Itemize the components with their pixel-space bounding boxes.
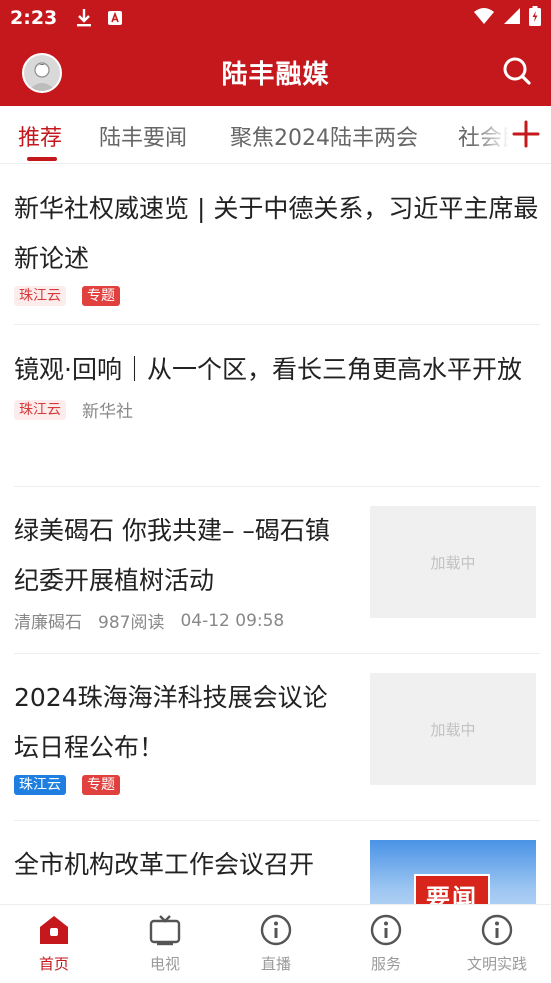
article-thumbnail: 加载中 [370, 673, 536, 785]
info-icon [260, 914, 292, 946]
status-time: 2:23 [10, 7, 58, 29]
nav-civilization-practice-label: 文明实践 [466, 955, 527, 973]
article-source: 新华社 [82, 402, 133, 422]
tab-lufeng-news[interactable]: 陆丰要闻 [99, 120, 187, 152]
article-title: 2024珠海海洋科技展会议论坛日程公布！ [14, 683, 328, 762]
nav-home-label: 首页 [38, 955, 69, 973]
list-item[interactable]: 绿美碣石 你我共建– –碣石镇纪委开展植树活动 清廉碣石 987阅读 04-12… [14, 506, 540, 654]
channel-tab-bar: 推荐 陆丰要闻 聚焦2024陆丰两会 社会民 [0, 106, 551, 164]
nav-live-label: 直播 [260, 955, 291, 973]
nav-live[interactable]: 直播 [231, 913, 321, 974]
loading-text: 加载中 [430, 553, 476, 572]
app-header: 陆丰融媒 [0, 36, 551, 106]
source-tag: 珠江云 [14, 399, 66, 420]
bottom-navigation: 首页 电视 直播 服务 文明实践 [0, 904, 551, 983]
loading-text: 加载中 [430, 720, 476, 739]
article-thumbnail: 要闻 [370, 840, 536, 904]
list-item[interactable]: 2024珠海海洋科技展会议论坛日程公布！ 珠江云 专题 加载中 [14, 673, 540, 821]
nav-home[interactable]: 首页 [9, 913, 99, 974]
app-title: 陆丰融媒 [221, 60, 330, 90]
tab-fade-overlay [470, 106, 510, 163]
home-icon [40, 916, 68, 944]
topic-tag: 专题 [82, 286, 120, 306]
status-bar: 2:23 [0, 0, 551, 36]
nav-tv[interactable]: 电视 [120, 913, 210, 974]
source-tag: 珠江云 [14, 775, 66, 795]
nav-service-label: 服务 [370, 955, 401, 973]
nav-civilization-practice[interactable]: 文明实践 [452, 913, 542, 974]
article-meta: 珠江云 专题 [14, 286, 540, 306]
topic-tag: 专题 [82, 775, 120, 795]
battery-charging-icon [529, 6, 541, 30]
article-title: 绿美碣石 你我共建– –碣石镇纪委开展植树活动 [14, 516, 330, 595]
article-source: 清廉碣石 [14, 613, 82, 633]
info-icon [481, 914, 513, 946]
list-item[interactable]: 全市机构改革工作会议召开 要闻 [14, 840, 540, 904]
notification-a-icon [107, 10, 123, 26]
article-thumbnail: 加载中 [370, 506, 536, 618]
nav-service[interactable]: 服务 [341, 913, 431, 974]
tv-icon [149, 915, 181, 946]
search-icon[interactable] [501, 55, 533, 87]
read-count: 987阅读 [98, 613, 165, 633]
news-badge: 要闻 [414, 874, 490, 904]
list-item[interactable]: 镜观·回响｜从一个区，看长三角更高水平开放 珠江云 新华社 [14, 345, 540, 487]
plus-icon[interactable] [508, 116, 544, 152]
wifi-icon [473, 7, 495, 29]
signal-icon [503, 7, 521, 29]
info-icon [370, 914, 402, 946]
list-item[interactable]: 新华社权威速览 | 关于中德关系，习近平主席最新论述 珠江云 专题 [14, 184, 540, 325]
article-title: 镜观·回响｜从一个区，看长三角更高水平开放 [14, 355, 522, 384]
status-right-icons [473, 6, 541, 30]
source-tag: 珠江云 [14, 286, 66, 306]
nav-tv-label: 电视 [149, 955, 180, 973]
publish-time: 04-12 09:58 [180, 610, 285, 631]
tab-lufeng-two-sessions[interactable]: 聚焦2024陆丰两会 [230, 120, 418, 152]
article-title: 新华社权威速览 | 关于中德关系，习近平主席最新论述 [14, 194, 539, 273]
article-title: 全市机构改革工作会议召开 [14, 850, 315, 879]
tab-recommend[interactable]: 推荐 [18, 120, 62, 152]
active-tab-indicator [27, 157, 57, 161]
news-feed: 新华社权威速览 | 关于中德关系，习近平主席最新论述 珠江云 专题 镜观·回响｜… [0, 164, 551, 904]
article-meta: 珠江云 新华社 [14, 397, 540, 422]
download-icon [75, 8, 93, 28]
